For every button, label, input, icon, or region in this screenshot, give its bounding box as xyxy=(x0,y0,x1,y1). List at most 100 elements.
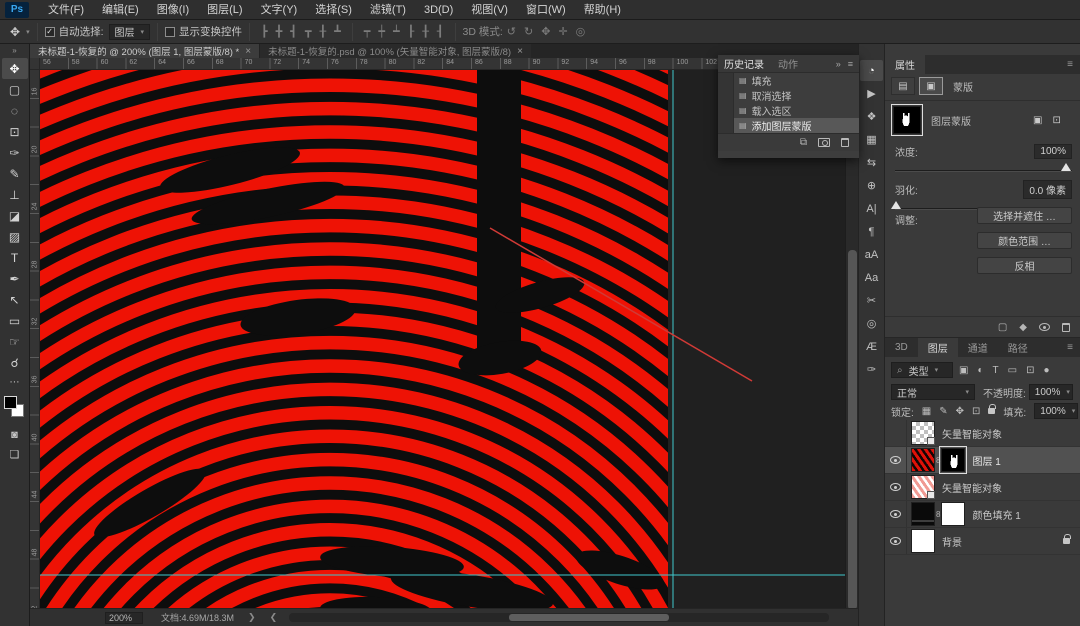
ruler-origin-corner[interactable] xyxy=(30,58,40,70)
history-brush-source[interactable] xyxy=(718,118,734,133)
tab-3D[interactable]: 3D xyxy=(885,338,918,357)
paragraph-styles-panel-icon[interactable]: Aa xyxy=(860,267,883,288)
menu-item-6[interactable]: 滤镜(T) xyxy=(361,0,415,20)
screen-mode-icon[interactable]: ❏ xyxy=(0,448,29,461)
brushes-panel-icon[interactable]: ◎ xyxy=(860,313,883,334)
tab-图层[interactable]: 图层 xyxy=(918,338,958,357)
actions-panel-icon[interactable]: ▶ xyxy=(860,83,883,104)
align-center-h-icon[interactable]: ╋ xyxy=(276,25,283,38)
document-tab-active[interactable]: 未标题-1-恢复的 @ 200% (图层 1, 图层蒙版/8) * × xyxy=(30,44,259,58)
layer-thumbnail[interactable] xyxy=(911,475,935,499)
new-doc-from-state-icon[interactable]: ⧉ xyxy=(800,137,807,148)
layer-thumbnail[interactable] xyxy=(911,529,935,553)
3d-rotate-icon[interactable]: ↺ xyxy=(507,25,516,38)
brush-settings-panel-icon[interactable]: ✑ xyxy=(860,359,883,380)
feather-slider-thumb[interactable] xyxy=(891,201,901,209)
vertical-ruler[interactable]: 16202428323640444852 xyxy=(30,70,40,608)
mask-thumbnail[interactable] xyxy=(893,106,921,134)
delete-mask-icon[interactable] xyxy=(1062,323,1070,332)
apply-mask-icon[interactable]: ◆ xyxy=(1019,322,1027,333)
tool-preset-caret-icon[interactable]: ▾ xyxy=(26,28,30,36)
distribute-bottom-icon[interactable]: ┷ xyxy=(393,25,400,38)
density-slider-thumb[interactable] xyxy=(1061,163,1071,171)
menu-item-7[interactable]: 3D(D) xyxy=(415,0,462,20)
layer-thumbnail[interactable] xyxy=(911,421,935,445)
mask-thumbnail[interactable] xyxy=(941,448,965,472)
feather-value[interactable]: 0.0 像素 xyxy=(1023,180,1072,199)
3d-scale-icon[interactable]: ◎ xyxy=(576,25,586,38)
menu-item-2[interactable]: 图像(I) xyxy=(148,0,198,20)
panel-menu-icon[interactable]: ≡ xyxy=(1060,338,1080,357)
filter-shape-icon[interactable]: ▭ xyxy=(1008,365,1017,376)
pen-tool[interactable]: ✒ xyxy=(2,268,28,289)
lock-all-icon[interactable] xyxy=(988,408,995,414)
document-tab-inactive[interactable]: 未标题-1-恢复的.psd @ 100% (矢量智能对象, 图层蒙版/8) × xyxy=(259,44,531,58)
mask-options-icon[interactable]: ⊡ xyxy=(1052,115,1060,126)
color-swatches[interactable] xyxy=(3,396,27,422)
status-flyout-icon[interactable]: ❯ xyxy=(248,612,256,623)
filter-toggle-icon[interactable]: ● xyxy=(1043,365,1049,376)
color-panel-icon[interactable]: ❖ xyxy=(860,106,883,127)
history-brush-source[interactable] xyxy=(718,73,734,88)
layer-thumbnail[interactable] xyxy=(911,448,935,472)
lasso-tool[interactable]: ◌ xyxy=(2,100,28,121)
tab-通道[interactable]: 通道 xyxy=(958,338,998,357)
mask-props-icon[interactable]: ▣ xyxy=(919,77,943,95)
delete-state-icon[interactable] xyxy=(841,138,849,147)
path-select-tool[interactable]: ↖ xyxy=(2,289,28,310)
3d-slide-icon[interactable]: ✛ xyxy=(558,25,567,38)
menu-item-8[interactable]: 视图(V) xyxy=(462,0,517,20)
swatches-panel-icon[interactable]: ▦ xyxy=(860,129,883,150)
layer-row-3[interactable]: 8颜色填充 1 xyxy=(885,501,1080,528)
history-brush-source[interactable] xyxy=(718,88,734,103)
visibility-toggle[interactable] xyxy=(885,501,907,527)
horizontal-scrollbar-thumb[interactable] xyxy=(509,614,669,621)
distribute-left-icon[interactable]: ┠ xyxy=(408,25,415,38)
tab-history[interactable]: 历史记录 xyxy=(724,56,764,71)
pixel-layer-props-icon[interactable]: ▤ xyxy=(891,77,915,95)
layer-row-1[interactable]: 8图层 1 xyxy=(885,447,1080,474)
panel-menu-icon[interactable]: ≡ xyxy=(848,59,853,69)
vertical-scrollbar-thumb[interactable] xyxy=(848,250,857,610)
character-styles-panel-icon[interactable]: aA xyxy=(860,244,883,265)
select-and-mask-button[interactable]: 选择并遮住 … xyxy=(977,207,1072,224)
3d-drag-icon[interactable]: ✥ xyxy=(541,25,550,38)
load-mask-selection-icon[interactable]: ▢ xyxy=(998,322,1007,333)
tab-路径[interactable]: 路径 xyxy=(998,338,1038,357)
hand-tool[interactable]: ☞ xyxy=(2,331,28,352)
visibility-toggle[interactable] xyxy=(885,474,907,500)
tab-actions[interactable]: 动作 xyxy=(778,56,798,71)
type-tool[interactable]: T xyxy=(2,247,28,268)
zoom-level-field[interactable]: 200% xyxy=(105,612,143,624)
history-panel-icon[interactable]: ◔ xyxy=(860,60,883,81)
horizontal-scrollbar[interactable] xyxy=(289,613,829,622)
shape-tool[interactable]: ▭ xyxy=(2,310,28,331)
zoom-tool[interactable]: ☌ xyxy=(2,352,28,373)
visibility-toggle[interactable] xyxy=(885,447,907,473)
auto-select-dropdown[interactable]: 图层 ▾ xyxy=(109,24,151,40)
panel-menu-icon[interactable]: ≡ xyxy=(1060,55,1080,74)
libraries-panel-icon[interactable]: ✂ xyxy=(860,290,883,311)
paragraph-panel-icon[interactable]: ¶ xyxy=(860,221,883,242)
marquee-tool[interactable]: ▢ xyxy=(2,79,28,100)
fill-dropdown[interactable]: 100% ▾ xyxy=(1034,403,1078,419)
toolbar-collapse-icon[interactable]: » xyxy=(0,44,29,58)
layer-row-0[interactable]: 矢量智能对象 xyxy=(885,420,1080,447)
canvas-image[interactable] xyxy=(40,70,668,608)
history-brush-source[interactable] xyxy=(718,103,734,118)
align-left-icon[interactable]: ┣ xyxy=(261,25,268,38)
tab-properties[interactable]: 属性 xyxy=(885,55,925,74)
menu-item-10[interactable]: 帮助(H) xyxy=(575,0,630,20)
show-transform-checkbox[interactable] xyxy=(165,27,175,37)
eraser-tool[interactable]: ◪ xyxy=(2,205,28,226)
foreground-color-swatch[interactable] xyxy=(4,396,17,409)
clone-source-panel-icon[interactable]: ⊕ xyxy=(860,175,883,196)
lock-pixels-icon[interactable]: ✎ xyxy=(939,406,947,417)
filter-type-icon[interactable]: T xyxy=(993,365,999,376)
move-tool[interactable]: ✥ xyxy=(2,58,28,79)
brush-tool[interactable]: ✎ xyxy=(2,163,28,184)
layer-row-4[interactable]: 背景 xyxy=(885,528,1080,555)
vector-mask-icon[interactable]: ▣ xyxy=(1033,115,1042,126)
3d-roll-icon[interactable]: ↻ xyxy=(524,25,533,38)
visibility-toggle[interactable] xyxy=(885,420,907,446)
